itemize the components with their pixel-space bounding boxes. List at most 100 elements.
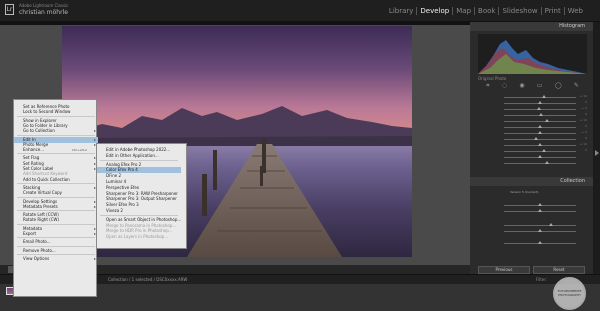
reset-button[interactable]: Reset <box>533 266 585 274</box>
slider-thumb[interactable] <box>538 143 542 146</box>
menu-separator <box>100 214 178 216</box>
slider-thumb[interactable] <box>538 241 542 244</box>
menu-item-edit-in-other-application[interactable]: Edit in Other Application... <box>97 153 181 159</box>
filter-label[interactable]: Filter: <box>536 277 547 282</box>
tool-strip: ⌗ ◌ ◉ ▭ ◯ ✎ <box>480 82 585 90</box>
graduated-filter-icon[interactable]: ▭ <box>537 82 543 90</box>
menu-item-label: Email Photo... <box>23 239 51 245</box>
menu-item-viveza-2[interactable]: Viveza 2 <box>97 208 181 214</box>
menu-item-view-options[interactable]: View Options ▸ <box>14 256 98 262</box>
module-library[interactable]: Library <box>386 7 418 15</box>
slider-row <box>478 240 587 246</box>
menu-item-label: Go to Folder in Library <box>23 122 68 128</box>
module-print[interactable]: Print <box>542 7 565 15</box>
filmstrip-path[interactable]: Collection / 1 selected / DSC0xxxx.ARW <box>108 277 187 282</box>
module-web[interactable]: Web <box>565 7 586 15</box>
menu-item-metadata-presets[interactable]: Metadata Presets ▸ <box>14 204 98 210</box>
slider-thumb[interactable] <box>538 101 542 104</box>
menu-item-label: Set Flag <box>23 155 40 161</box>
slider-track[interactable] <box>504 151 576 152</box>
module-book[interactable]: Book <box>475 7 500 15</box>
menu-item-label: Perspective Efex <box>106 184 140 190</box>
slider-value[interactable]: + 10 <box>580 118 587 122</box>
radial-filter-icon[interactable]: ◯ <box>555 82 562 90</box>
menu-item-label: Open as Layers in Photoshop... <box>106 234 169 240</box>
module-develop[interactable]: Develop <box>417 7 454 15</box>
menu-item-create-virtual-copy[interactable]: Create Virtual Copy <box>14 190 98 196</box>
slider-value[interactable]: + 5 <box>582 106 587 110</box>
collection-version-select[interactable]: Version 5 (Current) <box>510 190 582 196</box>
slider-thumb[interactable] <box>538 209 542 212</box>
menu-item-rotate-right-cw[interactable]: Rotate Right (CW) <box>14 217 98 223</box>
slider-thumb[interactable] <box>534 137 539 140</box>
slider-value[interactable]: 0 <box>585 148 587 152</box>
menu-item-label: Merge to Panorama in Photoshop... <box>106 222 177 228</box>
slider-thumb[interactable] <box>539 113 544 116</box>
menu-item-email-photo[interactable]: Email Photo... <box>14 239 98 245</box>
histogram-graph <box>478 40 587 74</box>
context-menu: Set as Reference Photo Lock to Second Win… <box>13 99 98 297</box>
slider-value[interactable]: + 10 <box>580 142 587 146</box>
module-map[interactable]: Map <box>453 7 476 15</box>
menu-item-label: Export <box>23 231 37 236</box>
slider-thumb[interactable] <box>538 125 542 128</box>
slider-value[interactable]: + 5 <box>582 130 587 134</box>
menu-item-lock-to-second-window[interactable]: Lock to Second Window <box>14 109 98 115</box>
slider-track[interactable] <box>504 163 576 164</box>
slider-thumb[interactable] <box>538 131 542 134</box>
slider-value[interactable]: 0 <box>585 100 587 104</box>
menu-item-add-to-quick-collection[interactable]: Add to Quick Collection <box>14 177 98 183</box>
slider-row <box>478 160 587 166</box>
slider-thumb[interactable] <box>548 223 553 226</box>
histogram[interactable] <box>478 34 587 74</box>
previous-button[interactable]: Previous <box>478 266 530 274</box>
slider-thumb[interactable] <box>541 95 546 98</box>
module-slideshow[interactable]: Slideshow <box>499 7 542 15</box>
slider-track[interactable] <box>504 139 576 140</box>
menu-item-label: Stacking <box>23 184 41 190</box>
menu-item-label: Luminar 4 <box>106 179 127 184</box>
slider-thumb[interactable] <box>536 107 541 110</box>
edit-in-submenu: Edit in Adobe Photoshop 2022... Edit in O… <box>96 143 187 249</box>
slider-thumb[interactable] <box>545 161 550 164</box>
slider-row <box>478 208 587 214</box>
menu-item-remove-photo[interactable]: Remove Photo... <box>14 248 98 254</box>
collection-header[interactable]: Collection <box>470 177 593 186</box>
slider-value[interactable]: 0 <box>585 112 587 116</box>
menu-item-label: Silver Efex Pro 3 <box>106 202 139 208</box>
menu-item-label: Add to Quick Collection <box>23 176 70 182</box>
menu-item-export[interactable]: Export ▸ <box>14 231 98 237</box>
menu-separator <box>17 182 95 184</box>
slider-track[interactable] <box>504 121 576 122</box>
menu-item-open-as-layers-in-photoshop[interactable]: Open as Layers in Photoshop... <box>97 234 181 240</box>
right-panel-scrollbar[interactable] <box>593 22 600 274</box>
submenu-arrow-icon: ▸ <box>93 128 96 134</box>
slider-thumb[interactable] <box>538 203 542 206</box>
slider-value[interactable]: + 10 <box>580 94 587 98</box>
menu-item-label: Metadata Presets <box>23 203 58 209</box>
menu-item-label: DFine 2 <box>106 173 122 179</box>
menu-separator <box>17 237 95 239</box>
spot-removal-icon[interactable]: ◌ <box>502 82 507 90</box>
slider-track[interactable] <box>504 225 576 226</box>
brush-icon[interactable]: ✎ <box>574 82 579 90</box>
collapse-right-panel-icon[interactable] <box>595 150 599 156</box>
slider-thumb[interactable] <box>538 229 542 232</box>
slider-thumb[interactable] <box>541 149 546 152</box>
menu-item-label: View Options <box>23 255 50 261</box>
slider-thumb[interactable] <box>545 119 550 122</box>
slider-thumb[interactable] <box>538 155 542 158</box>
menu-item-label: Open as Smart Object in Photoshop... <box>106 216 182 222</box>
menu-item-go-to-collection[interactable]: Go to Collection ▸ <box>14 128 98 134</box>
menu-item-label: Photo Merge <box>23 141 49 147</box>
slider-track[interactable] <box>504 97 576 98</box>
red-eye-icon[interactable]: ◉ <box>519 82 524 90</box>
menu-item-label: Show in Explorer <box>23 117 57 123</box>
histogram-header[interactable]: Histogram <box>470 22 593 31</box>
slider-value[interactable]: 0 <box>585 124 587 128</box>
watermark-text: FOTOMOMENTE PHOTOGRAPHY <box>557 289 582 297</box>
menu-item-enhance[interactable]: Enhance... Ctrl+Alt+I <box>14 147 98 153</box>
slider-value[interactable]: 0 <box>585 136 587 140</box>
menu-separator <box>17 153 95 155</box>
crop-icon[interactable]: ⌗ <box>486 82 489 90</box>
